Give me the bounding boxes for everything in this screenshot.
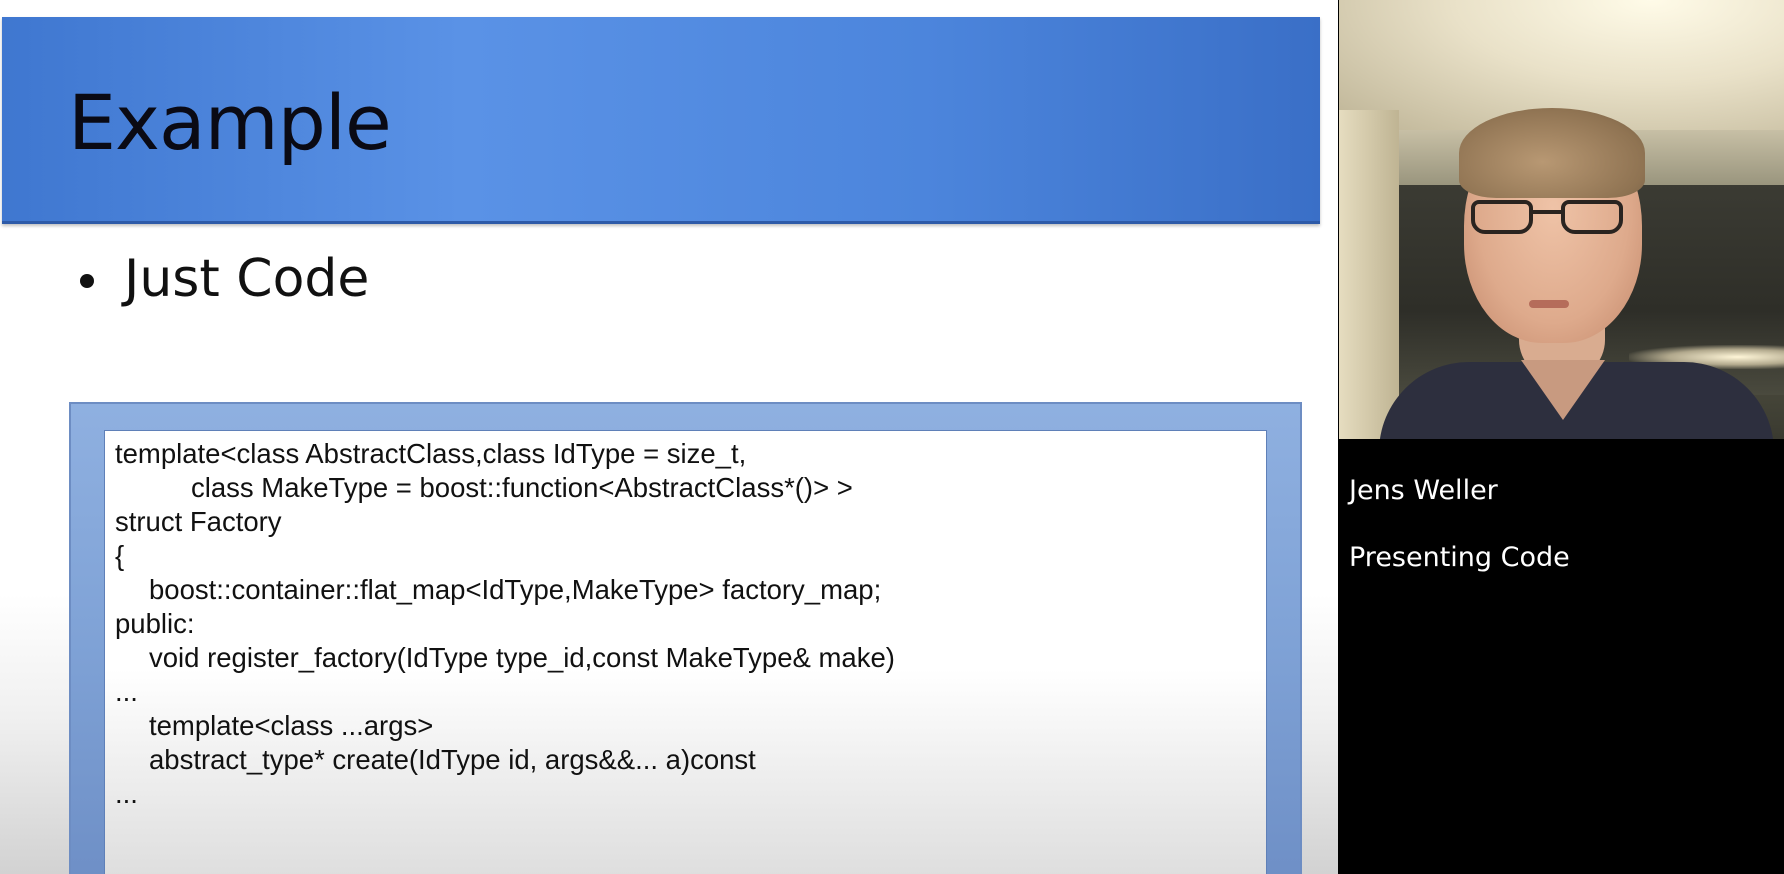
code-line: public:	[115, 608, 195, 639]
code-line: {	[115, 540, 125, 571]
code-line: ...	[115, 778, 138, 809]
bullet-icon	[80, 274, 94, 288]
glasses-left-lens	[1471, 200, 1533, 234]
presenter-hair	[1459, 108, 1645, 198]
code-box-frame: template<class AbstractClass,class IdTyp…	[69, 402, 1302, 874]
code-line: template<class ...args>	[149, 710, 434, 741]
presenter-name: Jens Weller	[1349, 475, 1498, 506]
glasses-bridge	[1533, 210, 1561, 214]
webcam-video	[1339, 0, 1784, 439]
presenter-panel	[1338, 0, 1784, 874]
code-line: abstract_type* create(IdType id, args&&.…	[149, 744, 756, 775]
presenter-caption: Presenting Code	[1349, 542, 1570, 573]
code-block: template<class AbstractClass,class IdTyp…	[104, 430, 1267, 874]
bullet-text: Just Code	[124, 249, 370, 309]
presentation-slide: Example Just Code template<class Abstrac…	[0, 0, 1338, 874]
code-line: ...	[115, 676, 138, 707]
code-line: struct Factory	[115, 506, 282, 537]
presenter-vneck	[1521, 360, 1605, 420]
code-line: template<class AbstractClass,class IdTyp…	[115, 438, 747, 469]
code-line: class MakeType = boost::function<Abstrac…	[191, 472, 853, 503]
code-line: void register_factory(IdType type_id,con…	[149, 642, 895, 673]
glasses-right-lens	[1561, 200, 1623, 234]
code-line: boost::container::flat_map<IdType,MakeTy…	[149, 574, 882, 605]
presenter-mouth	[1529, 300, 1569, 308]
video-frame: Example Just Code template<class Abstrac…	[0, 0, 1784, 874]
bullet-item: Just Code	[80, 248, 369, 310]
webcam-wall	[1339, 110, 1399, 439]
slide-title: Example	[68, 78, 392, 167]
